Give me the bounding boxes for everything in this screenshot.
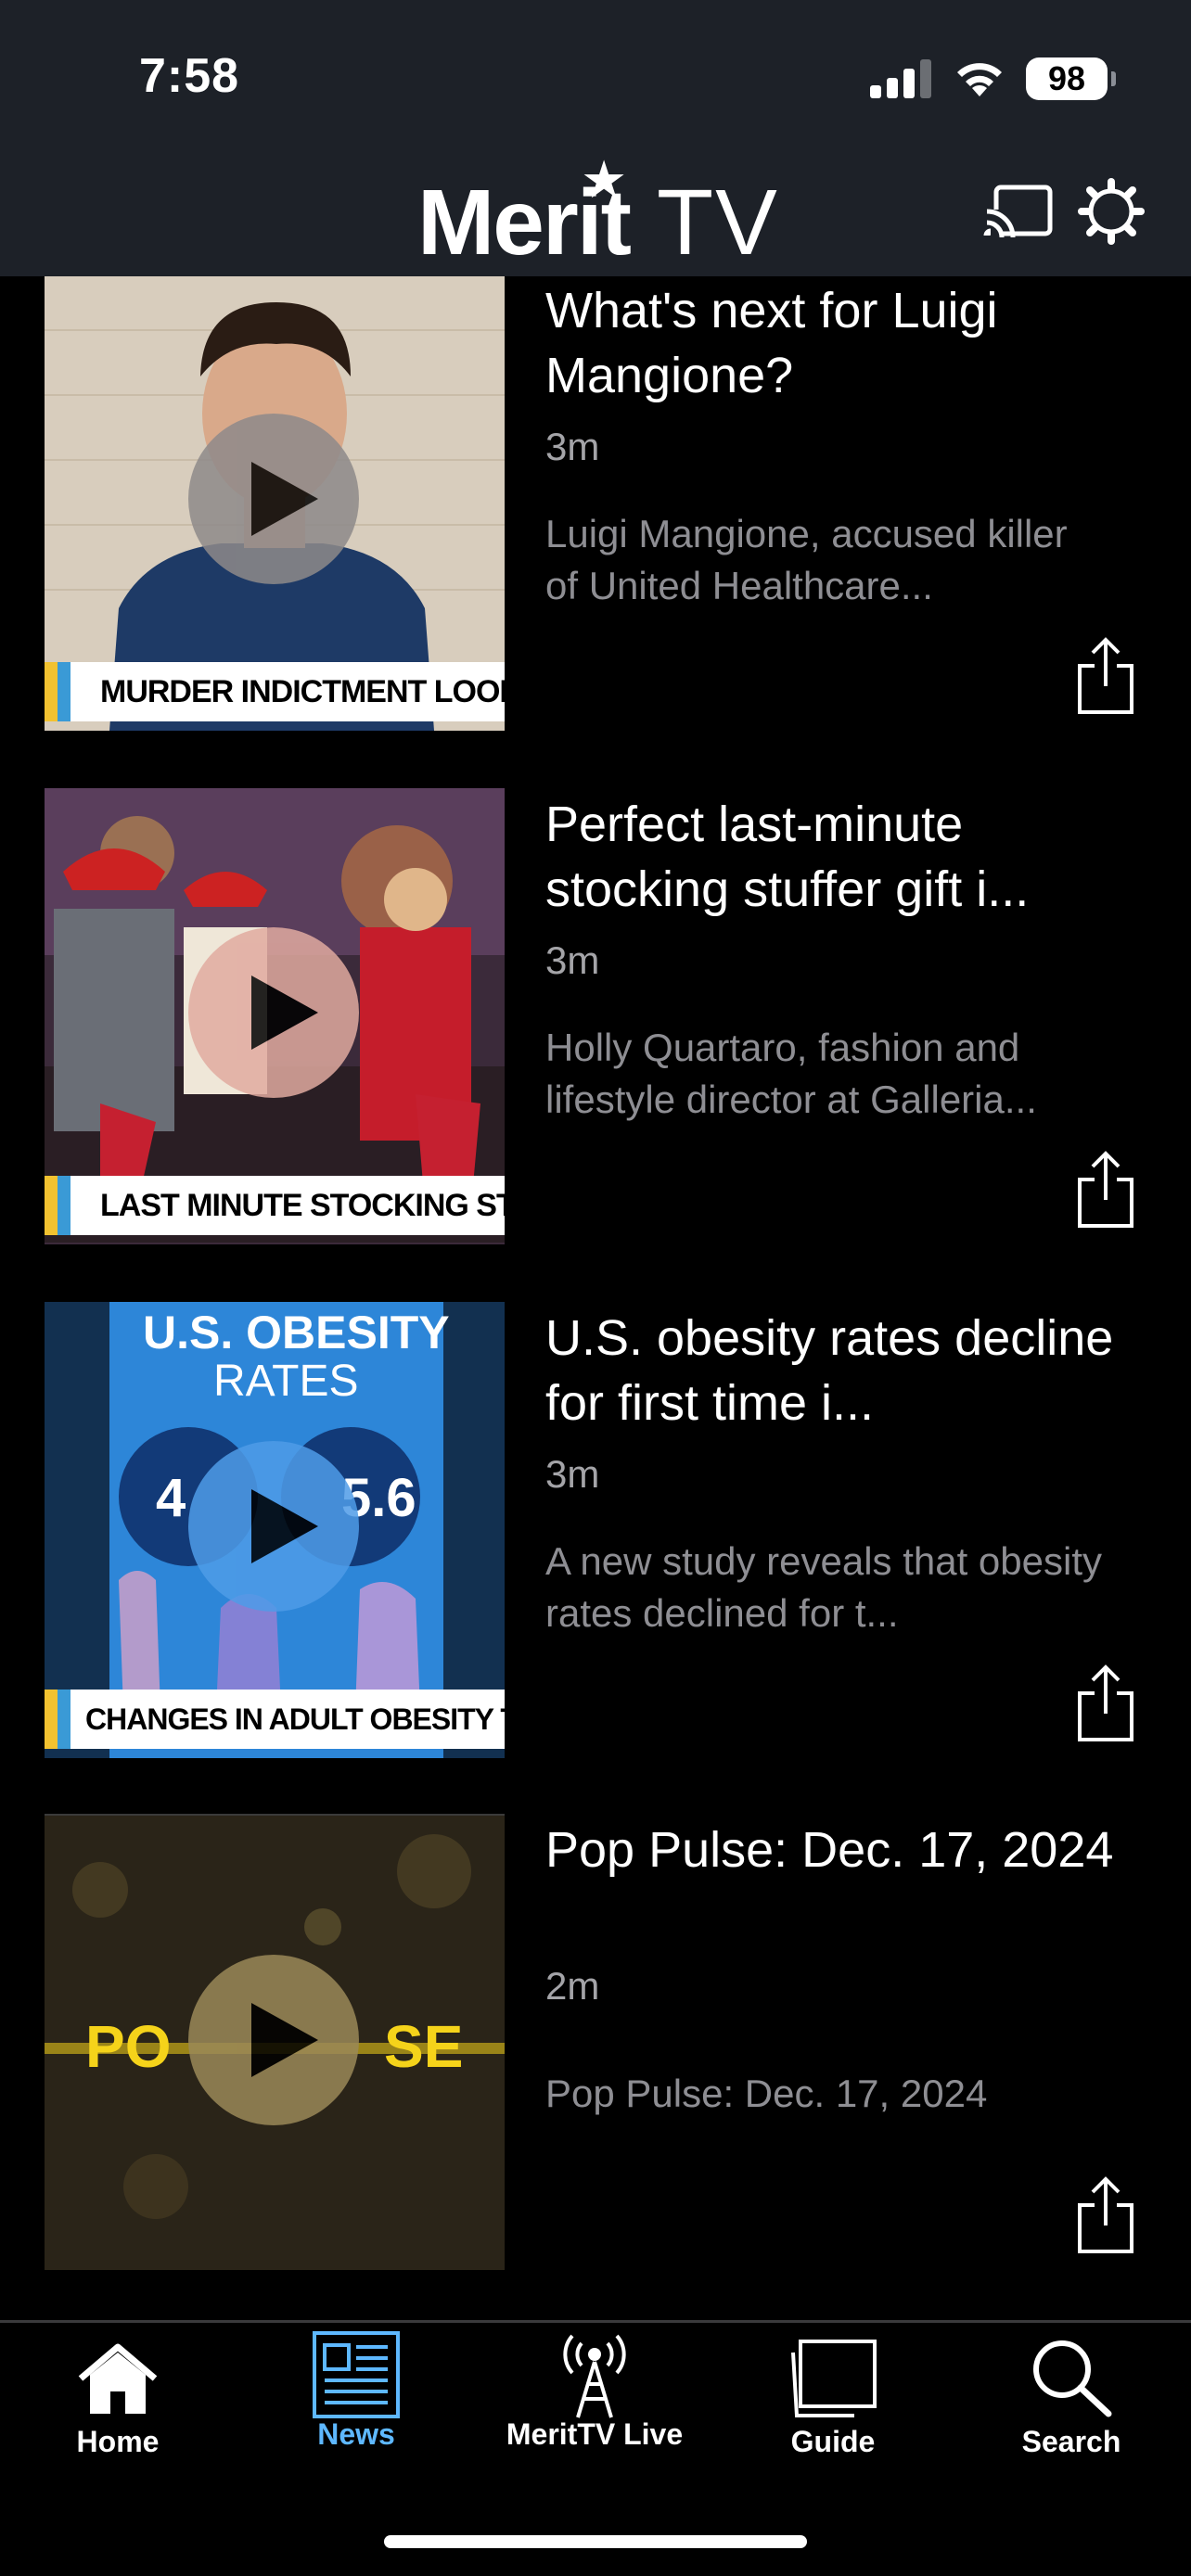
news-description: Pop Pulse: Dec. 17, 2024 (545, 2072, 988, 2115)
magnifier-icon (1033, 2340, 1112, 2417)
thumbnail-text-left: PO (85, 2013, 172, 2080)
logo-merit-text: Merit (417, 171, 632, 274)
news-title[interactable]: U.S. obesity rates decline for first tim… (545, 1306, 1139, 1435)
guide-pages-icon (791, 2340, 877, 2417)
thumbnail-text-right: SE (384, 2013, 464, 2080)
news-title[interactable]: What's next for Luigi Mangione? (545, 278, 1139, 408)
broadcast-tower-icon (563, 2334, 626, 2418)
tab-home[interactable]: Home (25, 2341, 211, 2490)
news-title[interactable]: Perfect last-minute stocking stuffer gif… (545, 792, 1139, 922)
news-item[interactable]: U.S. OBESITY RATES 4 5.6 CHANGES IN ADUL… (0, 1302, 1191, 1766)
settings-gear-icon[interactable] (1078, 178, 1145, 245)
battery-indicator: 98 (1026, 57, 1116, 100)
news-item[interactable]: PO SE Pop Pulse: Dec. 17, 2024 2m Pop Pu… (0, 1814, 1191, 2277)
news-item[interactable]: MURDER INDICTMENT LOOMS IN NE What's nex… (0, 276, 1191, 738)
thumbnail-subheading: RATES (213, 1357, 359, 1406)
play-button[interactable] (188, 1955, 359, 2125)
share-icon[interactable] (1076, 2175, 1135, 2253)
play-button[interactable] (188, 1441, 359, 1612)
news-description: A new study reveals that obesity rates d… (545, 1539, 1102, 1635)
news-feed[interactable]: MURDER INDICTMENT LOOMS IN NE What's nex… (0, 276, 1191, 2320)
status-time: 7:58 (139, 49, 240, 103)
share-icon[interactable] (1076, 1150, 1135, 1228)
newspaper-icon (313, 2331, 400, 2418)
news-item[interactable]: LAST MINUTE STOCKING STUFFER Perfect las… (0, 788, 1191, 1252)
video-thumbnail[interactable]: PO SE (45, 1814, 505, 2270)
share-icon[interactable] (1076, 1664, 1135, 1741)
house-icon (78, 2343, 158, 2414)
home-indicator[interactable] (384, 2535, 807, 2548)
logo-tv-text: TV (657, 171, 779, 274)
tab-label: News (317, 2417, 395, 2451)
news-duration: 2m (545, 1964, 600, 2008)
news-lower-third: MURDER INDICTMENT LOOMS IN NE (45, 662, 505, 721)
video-thumbnail[interactable]: U.S. OBESITY RATES 4 5.6 CHANGES IN ADUL… (45, 1302, 505, 1758)
tab-news[interactable]: News (263, 2331, 449, 2490)
share-icon[interactable] (1076, 636, 1135, 714)
news-description: Luigi Mangione, accused killer of United… (545, 512, 1068, 607)
cast-icon[interactable] (983, 184, 1054, 241)
tab-merittv-live[interactable]: MeritTV Live (502, 2334, 687, 2490)
tab-guide[interactable]: Guide (740, 2340, 926, 2490)
tab-label: Guide (790, 2425, 876, 2458)
news-duration: 3m (545, 425, 600, 468)
video-thumbnail[interactable]: MURDER INDICTMENT LOOMS IN NE (45, 276, 505, 731)
news-lower-third: LAST MINUTE STOCKING STUFFER (45, 1176, 505, 1235)
tab-label: Home (76, 2425, 160, 2458)
tab-label: MeritTV Live (506, 2417, 684, 2451)
wifi-icon (957, 63, 1002, 96)
thumbnail-stat-left: 4 (156, 1468, 186, 1528)
news-lower-third: CHANGES IN ADULT OBESITY TRENDS I (45, 1690, 505, 1749)
video-thumbnail[interactable]: LAST MINUTE STOCKING STUFFER (45, 788, 505, 1244)
tab-search[interactable]: Search (979, 2340, 1164, 2490)
merittv-logo: ★ Merit TV (417, 154, 777, 274)
news-title[interactable]: Pop Pulse: Dec. 17, 2024 (545, 1817, 1139, 1882)
app-header: 7:58 98 ★ Merit TV (0, 0, 1191, 276)
tab-label: Search (1021, 2425, 1121, 2458)
play-button[interactable] (188, 927, 359, 1098)
news-duration: 3m (545, 1452, 600, 1496)
news-description: Holly Quartaro, fashion and lifestyle di… (545, 1026, 1037, 1121)
news-duration: 3m (545, 938, 600, 982)
cellular-signal-icon (870, 57, 931, 98)
thumbnail-heading: U.S. OBESITY (143, 1307, 450, 1358)
play-button[interactable] (188, 414, 359, 584)
